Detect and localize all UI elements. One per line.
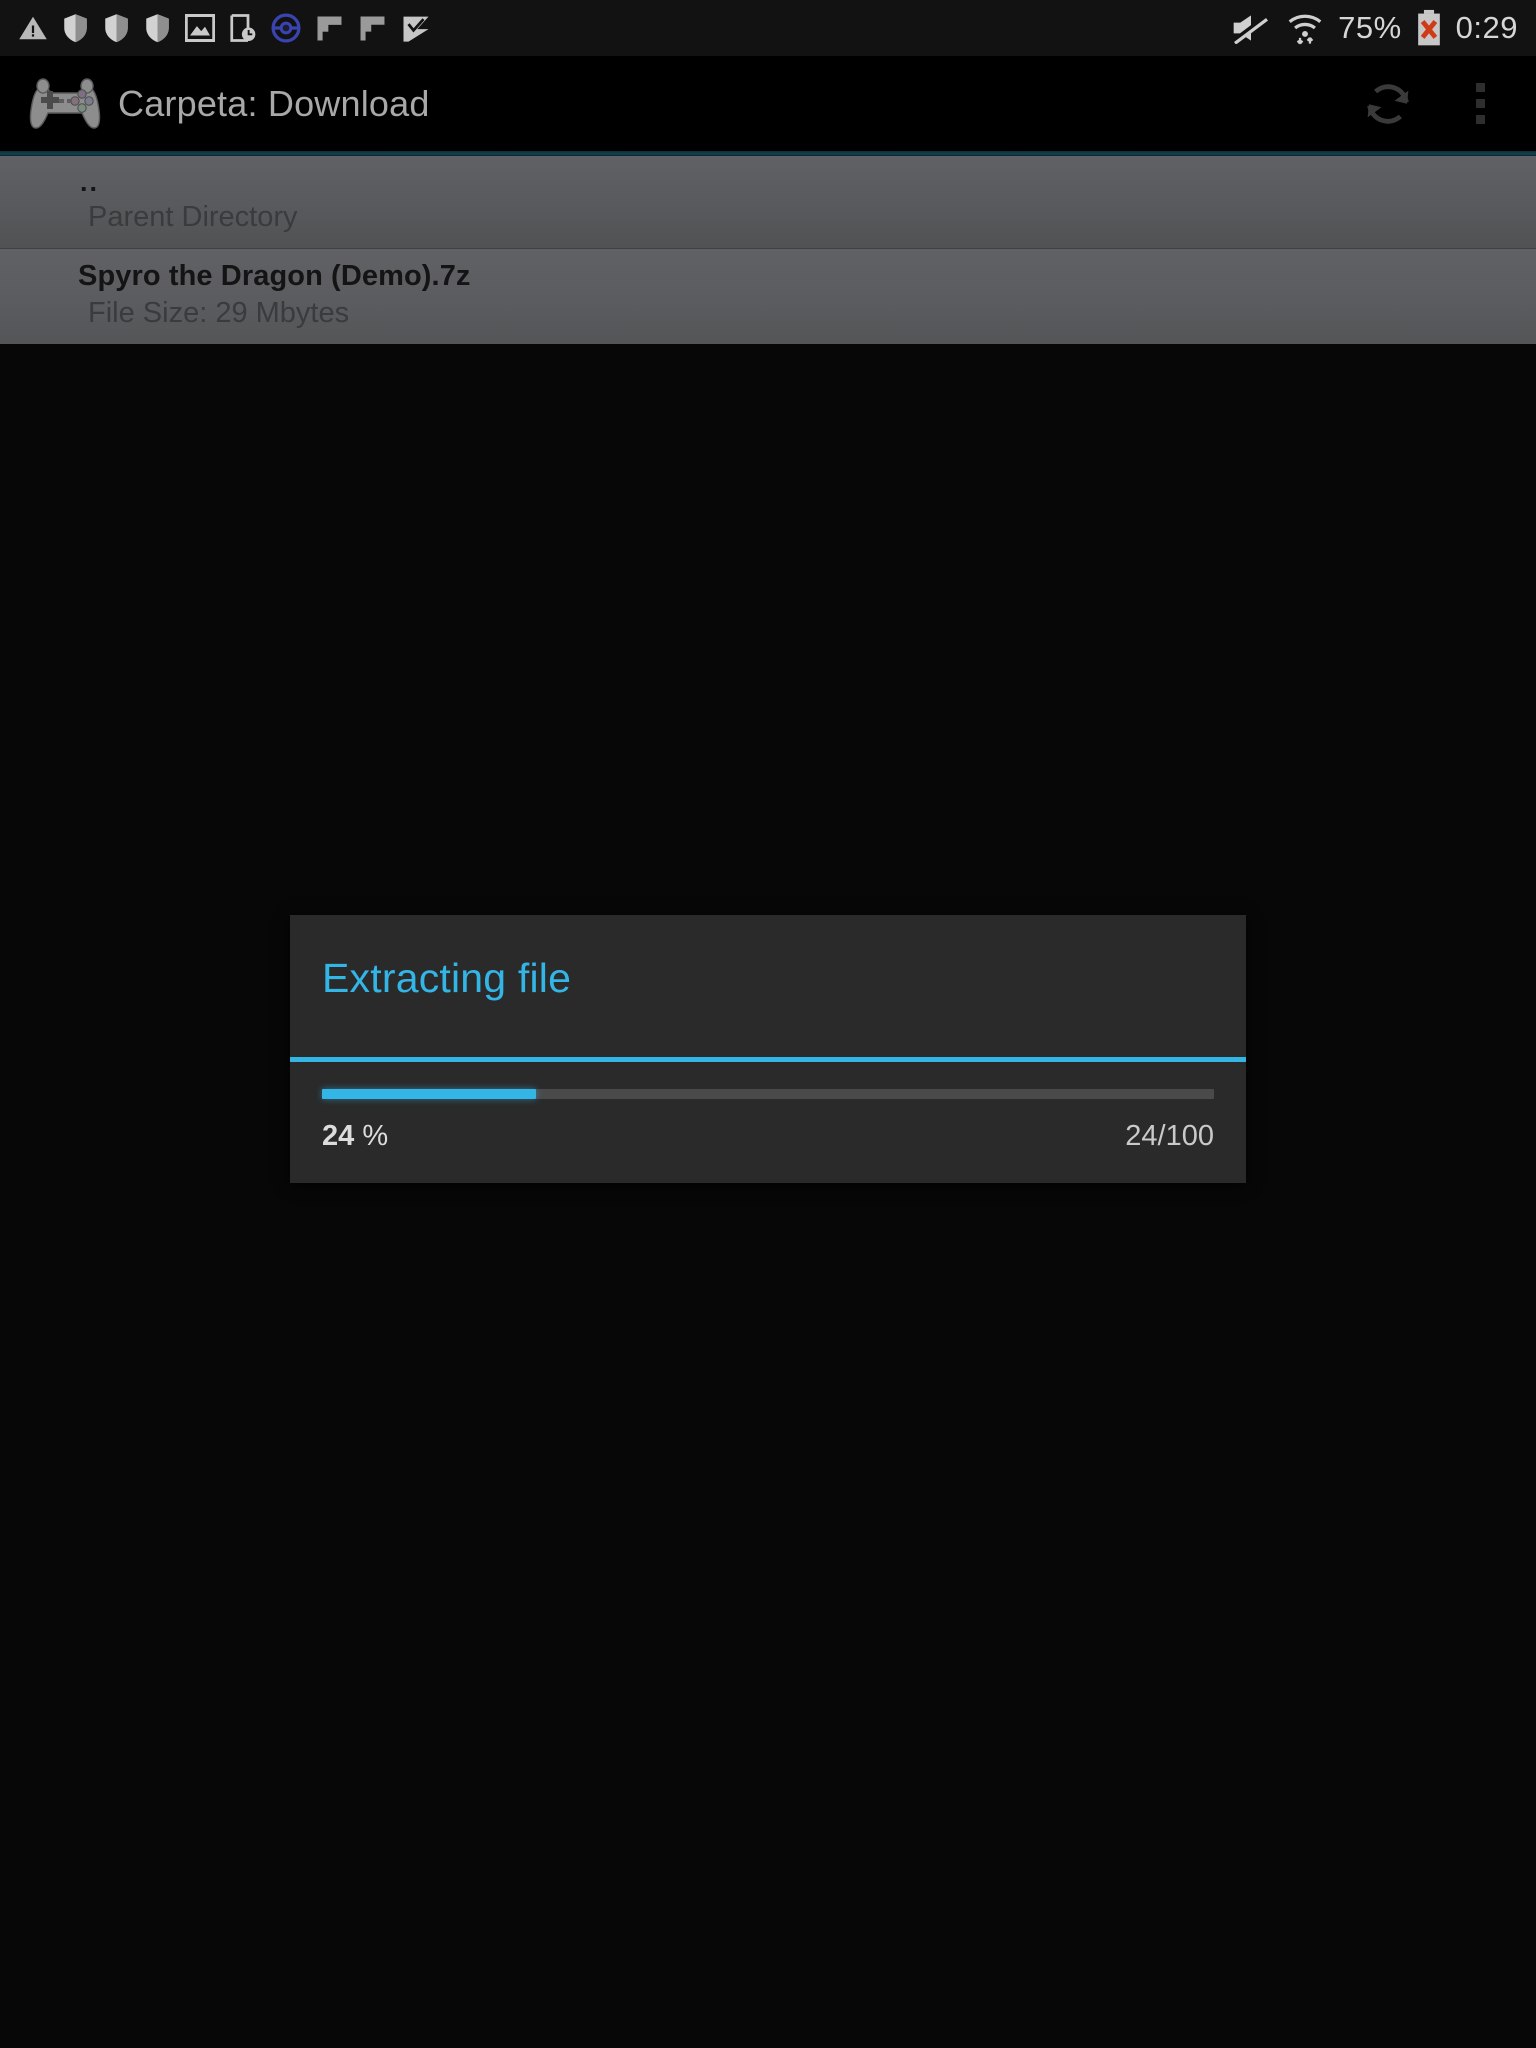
battery-percent-label: 75% <box>1338 10 1402 45</box>
shield-icon-1 <box>64 14 87 43</box>
progress-count-label: 24/100 <box>1125 1120 1214 1152</box>
gamepad-icon <box>29 77 101 129</box>
file-list: .. Parent Directory Spyro the Dragon (De… <box>0 156 1536 344</box>
refresh-icon[interactable] <box>1362 78 1414 130</box>
list-item-parent-directory[interactable]: .. Parent Directory <box>0 156 1536 250</box>
progress-bar-fill <box>322 1089 537 1099</box>
shield-icon-3 <box>146 14 169 43</box>
overflow-menu-icon[interactable] <box>1460 78 1500 130</box>
progress-bar-track <box>322 1089 1214 1099</box>
dialog-divider <box>290 1057 1246 1062</box>
list-item-archive-file[interactable]: Spyro the Dragon (Demo).7z File Size: 29… <box>0 249 1536 344</box>
progress-labels: 24 % 24/100 <box>322 1120 1214 1153</box>
battery-error-icon <box>1417 9 1440 46</box>
device-clock-icon <box>230 14 256 42</box>
overflow-dot-2 <box>1475 99 1485 108</box>
pokeball-icon <box>271 13 301 43</box>
progress-percent-value: 24 <box>322 1120 355 1152</box>
shield-icon-2 <box>105 14 128 43</box>
clock-label: 0:29 <box>1455 10 1518 45</box>
warning-triangle-icon <box>19 16 47 40</box>
action-bar: Carpeta: Download <box>0 56 1536 151</box>
status-bar: 75% 0:29 <box>0 0 1536 56</box>
check-flag-icon <box>403 16 429 42</box>
wifi-icon <box>1288 14 1322 45</box>
list-item-subtitle: File Size: 29 Mbytes <box>88 296 350 329</box>
list-item-subtitle: Parent Directory <box>88 201 298 234</box>
list-item-title: Spyro the Dragon (Demo).7z <box>78 260 471 293</box>
android-screen: 75% 0:29 Carpeta: Download .. Parent Dir… <box>0 0 1536 2048</box>
status-bar-notification-icons <box>18 13 431 43</box>
photo-icon <box>185 14 215 42</box>
extracting-progress-dialog: Extracting file 24 % 24/100 <box>290 915 1246 1183</box>
flag-icon-1 <box>317 16 342 40</box>
list-item-title: .. <box>80 167 100 197</box>
overflow-dot-3 <box>1475 115 1485 124</box>
page-title: Carpeta: Download <box>118 82 430 124</box>
mute-icon <box>1233 14 1269 44</box>
dialog-title: Extracting file <box>322 955 572 1001</box>
action-bar-buttons <box>1362 78 1510 130</box>
progress-percent-label: 24 % <box>322 1120 388 1153</box>
status-bar-system-icons: 75% 0:29 <box>1230 9 1518 47</box>
flag-icon-2 <box>360 16 385 40</box>
overflow-dot-1 <box>1475 83 1485 92</box>
progress-percent-symbol: % <box>354 1120 389 1152</box>
